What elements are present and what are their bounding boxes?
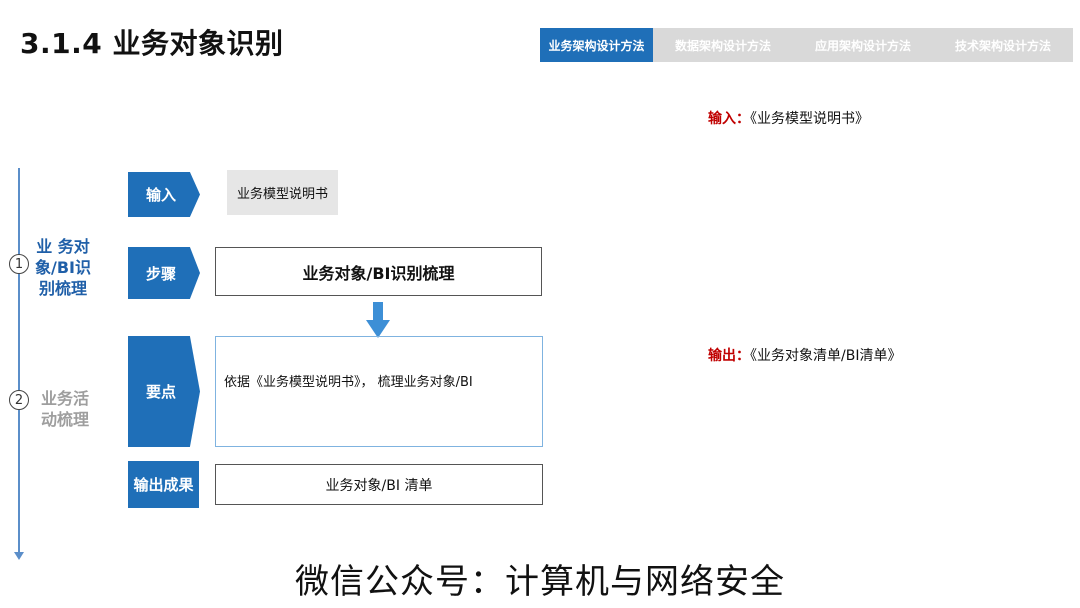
output-note: 输出：《业务对象清单/BI清单》	[708, 345, 901, 365]
tab-data-architecture[interactable]: 数据架构设计方法	[653, 28, 793, 62]
input-note-label: 输入：	[708, 111, 750, 127]
method-tabs: 业务架构设计方法 数据架构设计方法 应用架构设计方法 技术架构设计方法	[540, 28, 1073, 62]
page-title: 3.1.4 业务对象识别	[20, 27, 284, 60]
phase-1-number-badge: 1	[9, 254, 29, 274]
input-note-value: 《业务模型说明书》	[750, 111, 869, 127]
input-tag: 输入	[128, 172, 200, 217]
phase-1-label-line: 别梳理	[38, 279, 87, 298]
tab-business-architecture[interactable]: 业务架构设计方法	[540, 28, 653, 62]
phase-2-label[interactable]: 业务活 动梳理	[33, 388, 97, 430]
tab-technology-architecture[interactable]: 技术架构设计方法	[933, 28, 1073, 62]
key-points-box: 依据《业务模型说明书》， 梳理业务对象/BI	[215, 336, 543, 447]
output-result-tag: 输出成果	[128, 461, 199, 508]
phase-2-label-line: 动梳理	[40, 410, 89, 429]
key-points-text: 依据《业务模型说明书》， 梳理业务对象/BI	[224, 375, 473, 390]
timeline-line	[18, 168, 20, 556]
phase-2-number-badge: 2	[9, 390, 29, 410]
step-box: 业务对象/BI识别梳理	[215, 247, 542, 296]
output-note-label: 输出：	[708, 348, 750, 364]
input-value-box: 业务模型说明书	[227, 170, 338, 215]
phase-1-label[interactable]: 业 务对 象/BI识 别梳理	[31, 236, 95, 299]
phase-1-label-line: 业 务对	[36, 237, 90, 256]
input-note: 输入：《业务模型说明书》	[708, 108, 869, 128]
tab-application-architecture[interactable]: 应用架构设计方法	[793, 28, 933, 62]
step-tag: 步骤	[128, 247, 200, 299]
key-points-tag: 要点	[128, 336, 200, 447]
phase-2-label-line: 业务活	[40, 389, 89, 408]
output-note-value: 《业务对象清单/BI清单》	[750, 348, 902, 364]
down-arrow-icon	[366, 302, 390, 338]
footer-watermark: 微信公众号：计算机与网络安全	[295, 562, 785, 602]
phase-1-label-line: 象/BI识	[35, 258, 91, 277]
output-result-box: 业务对象/BI 清单	[215, 464, 543, 505]
